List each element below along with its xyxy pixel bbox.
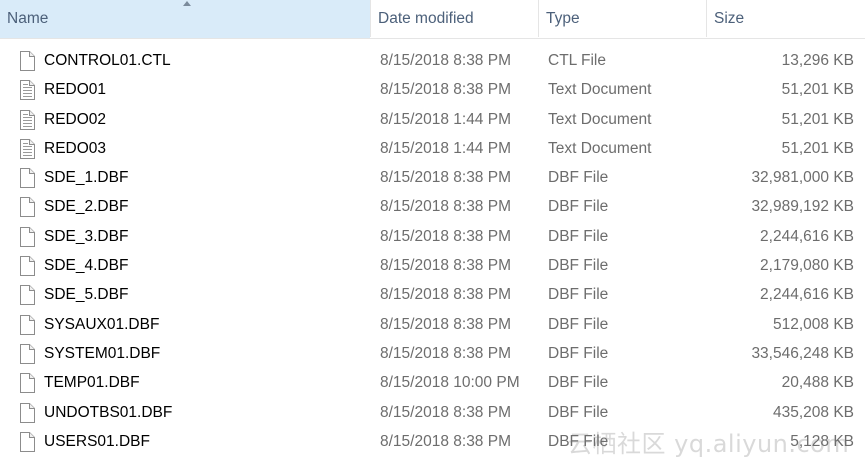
file-type: DBF File [548,432,609,450]
file-size: 435,208 KB [772,403,854,421]
file-name: CONTROL01.CTL [44,52,171,69]
file-name: REDO02 [44,110,107,128]
blank-file-icon [19,402,35,423]
file-date-modified: 8/15/2018 1:44 PM [380,110,511,128]
file-row[interactable]: REDO01 8/15/2018 8:38 PM Text Document 51,2… [0,75,865,104]
file-name: TEMP01.DBF [44,374,140,392]
file-type: DBF File [548,374,609,392]
file-type: DBF File [548,315,609,333]
blank-file-icon [19,226,35,247]
blank-file-icon [19,51,35,71]
file-row[interactable]: SYSAUX01.DBF 8/15/2018 8:38 PM DBF File 512… [0,310,865,339]
blank-file-icon [19,256,35,277]
blank-file-icon [19,168,35,189]
file-date-modified: 8/15/2018 8:38 PM [380,344,511,362]
file-list-view: Name Date modified Type Size CONTROL01.C… [0,0,865,462]
file-type: Text Document [548,139,652,157]
file-name: SDE_5.DBF [44,286,129,304]
column-header-type[interactable]: Type [539,0,706,38]
file-name: REDO03 [44,139,107,157]
file-size: 33,546,248 KB [751,344,854,362]
file-row[interactable]: SDE_5.DBF 8/15/2018 8:38 PM DBF File 2,244,… [0,280,865,309]
file-type: DBF File [548,344,609,362]
file-date-modified: 8/15/2018 8:38 PM [380,169,511,187]
column-header-type-label: Type [546,10,580,27]
file-name: UNDOTBS01.DBF [44,403,173,421]
file-name: REDO01 [44,81,107,99]
file-size: 20,488 KB [781,374,854,392]
file-size: 2,179,080 KB [760,257,854,275]
file-name: SDE_1.DBF [44,169,129,187]
file-name: SYSTEM01.DBF [44,344,161,362]
text-document-icon [19,80,35,101]
file-date-modified: 8/15/2018 8:38 PM [380,257,511,275]
file-size: 51,201 KB [781,139,854,157]
file-date-modified: 8/15/2018 10:00 PM [380,374,520,392]
column-header-name[interactable]: Name [0,0,370,38]
column-header-size[interactable]: Size [707,0,865,38]
file-date-modified: 8/15/2018 8:38 PM [380,315,511,333]
blank-file-icon [19,314,35,335]
file-row[interactable]: UNDOTBS01.DBF 8/15/2018 8:38 PM DBF File 43… [0,398,865,427]
file-row[interactable]: USERS01.DBF 8/15/2018 8:38 PM DBF File 5,12… [0,427,865,456]
file-date-modified: 8/15/2018 8:38 PM [380,227,511,245]
file-rows: CONTROL01.CTL 8/15/2018 8:38 PM CTL File 13… [0,46,865,456]
text-document-icon [19,109,35,130]
file-type: Text Document [548,110,652,128]
file-row[interactable]: SDE_3.DBF 8/15/2018 8:38 PM DBF File 2,244,… [0,222,865,251]
blank-file-icon [19,343,35,364]
file-date-modified: 8/15/2018 8:38 PM [380,286,511,304]
column-header-date-label: Date modified [378,10,474,27]
file-size: 32,981,000 KB [751,169,854,187]
blank-file-icon [19,285,35,306]
file-type: Text Document [548,81,652,99]
file-name: USERS01.DBF [44,432,150,450]
file-size: 2,244,616 KB [760,286,854,304]
file-row[interactable]: REDO03 8/15/2018 1:44 PM Text Document 51,2… [0,134,865,163]
file-name: SDE_2.DBF [44,198,129,216]
file-size: 2,244,616 KB [760,227,854,245]
file-type: DBF File [548,403,609,421]
file-name: SYSAUX01.DBF [44,315,160,333]
column-header-date-modified[interactable]: Date modified [371,0,538,38]
file-row[interactable]: REDO02 8/15/2018 1:44 PM Text Document 51,2… [0,105,865,134]
file-date-modified: 8/15/2018 8:38 PM [380,81,511,99]
file-size: 51,201 KB [781,110,854,128]
sort-ascending-icon [183,1,191,6]
file-type: DBF File [548,286,609,304]
file-row[interactable]: SDE_4.DBF 8/15/2018 8:38 PM DBF File 2,179,… [0,251,865,280]
file-row[interactable]: SDE_2.DBF 8/15/2018 8:38 PM DBF File 32,989… [0,192,865,221]
file-row[interactable]: SDE_1.DBF 8/15/2018 8:38 PM DBF File 32,981… [0,163,865,192]
file-date-modified: 8/15/2018 8:38 PM [380,403,511,421]
file-date-modified: 8/15/2018 1:44 PM [380,139,511,157]
file-name: SDE_3.DBF [44,227,129,245]
file-type: DBF File [548,198,609,216]
file-size: 13,296 KB [781,52,854,69]
column-header-bar: Name Date modified Type Size [0,0,865,39]
column-header-size-label: Size [714,10,745,27]
file-name: SDE_4.DBF [44,257,129,275]
file-row[interactable]: CONTROL01.CTL 8/15/2018 8:38 PM CTL File 13… [0,46,865,75]
file-size: 512,008 KB [772,315,854,333]
file-date-modified: 8/15/2018 8:38 PM [380,198,511,216]
blank-file-icon [19,431,35,452]
file-size: 5,128 KB [790,432,854,450]
blank-file-icon [19,373,35,394]
file-row[interactable]: SYSTEM01.DBF 8/15/2018 8:38 PM DBF File 33,… [0,339,865,368]
file-date-modified: 8/15/2018 8:38 PM [380,52,511,69]
file-size: 51,201 KB [781,81,854,99]
file-type: DBF File [548,169,609,187]
column-header-name-label: Name [7,10,49,27]
file-type: DBF File [548,227,609,245]
file-type: CTL File [548,52,606,69]
file-type: DBF File [548,257,609,275]
file-date-modified: 8/15/2018 8:38 PM [380,432,511,450]
file-row[interactable]: TEMP01.DBF 8/15/2018 10:00 PM DBF File 20,4… [0,368,865,397]
text-document-icon [19,138,35,159]
file-size: 32,989,192 KB [751,198,854,216]
blank-file-icon [19,197,35,218]
